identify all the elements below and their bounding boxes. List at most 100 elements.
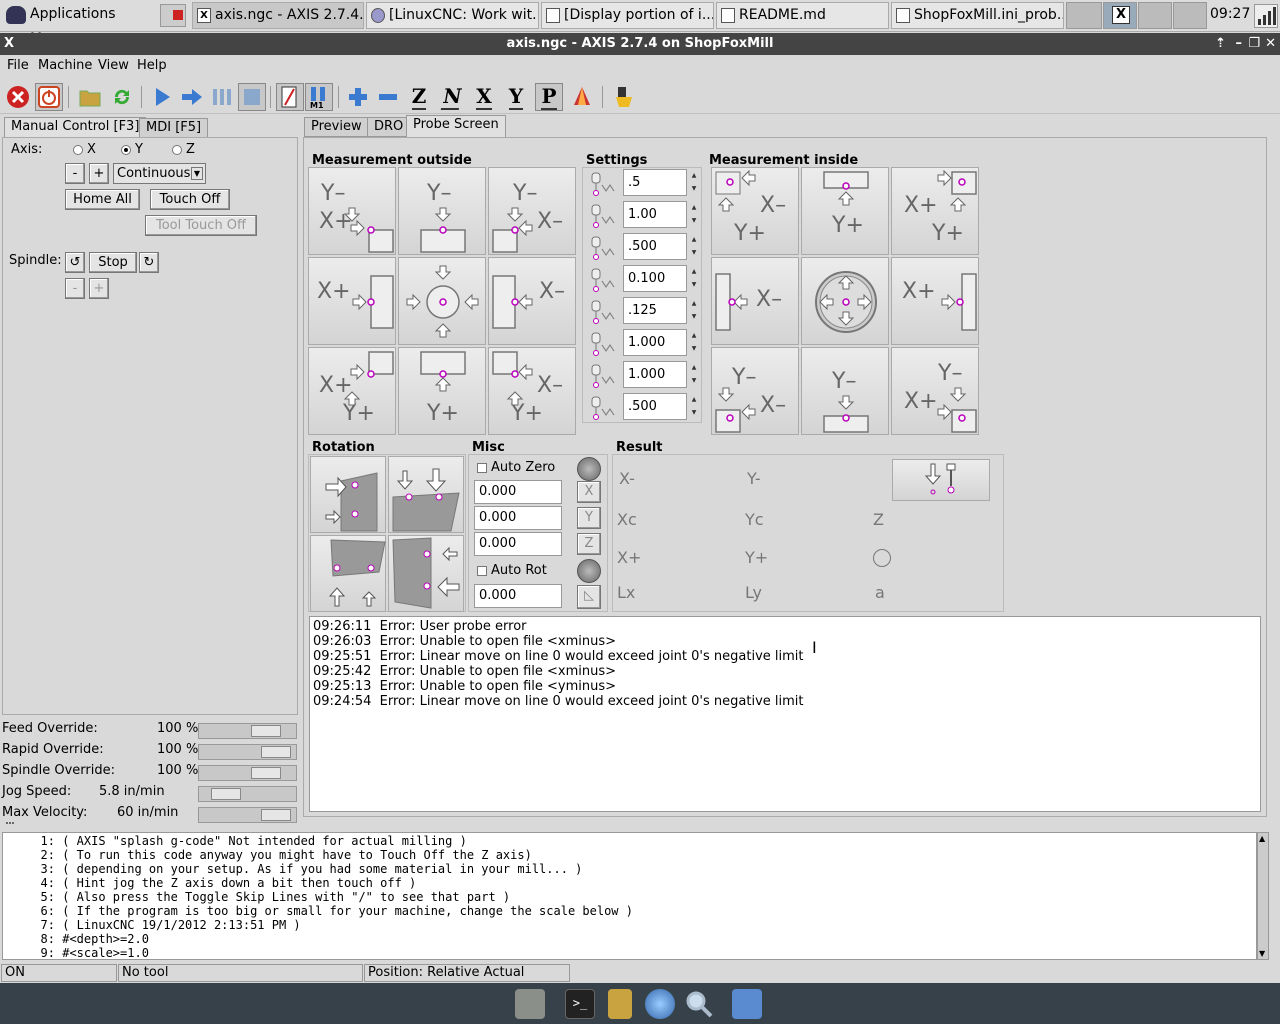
rotate-view-button[interactable] <box>568 83 596 111</box>
inside-xplus-edge[interactable]: X+ <box>891 257 979 345</box>
rotation-xplus-button[interactable] <box>310 456 386 533</box>
gcode-scrollbar[interactable]: ▲ ▼ <box>1257 832 1269 960</box>
task-ini[interactable]: ShopFoxMill.ini_prob... <box>891 2 1064 29</box>
inside-yminus-edge[interactable]: Y– <box>801 347 889 435</box>
stop-program-button[interactable] <box>238 83 266 111</box>
network-icon[interactable] <box>1254 4 1278 28</box>
z-clearance-field[interactable]: .500 <box>623 393 687 420</box>
tab-dro[interactable]: DRO <box>367 117 411 137</box>
zoom-in-button[interactable] <box>344 83 372 111</box>
search-velocity-spin[interactable]: ▲ ▼ <box>689 169 699 196</box>
machine-power-button[interactable] <box>35 83 63 111</box>
set-x-button[interactable]: X <box>577 481 601 503</box>
probe-velocity-spin[interactable]: ▲ ▼ <box>689 201 699 228</box>
tab-preview[interactable]: Preview <box>304 117 369 137</box>
task-axis[interactable]: Xaxis.ngc - AXIS 2.7.4... <box>192 2 364 29</box>
close-icon[interactable]: ✕ <box>1265 33 1276 55</box>
rapid-override-slider-handle[interactable] <box>261 746 291 758</box>
web-browser-icon[interactable] <box>645 989 675 1019</box>
probe-diameter-spin[interactable]: ▲ ▼ <box>689 233 699 260</box>
probe-down-button[interactable] <box>892 459 990 501</box>
outside-xplus-yplus-corner[interactable]: X+ Y+ <box>308 347 396 435</box>
probe-diameter-field[interactable]: .500 <box>623 233 687 260</box>
set-z-button[interactable]: Z <box>577 533 601 555</box>
shade-icon[interactable]: ⇡ <box>1215 33 1226 55</box>
search-velocity-field[interactable]: .5 <box>623 169 687 196</box>
tab-mdi[interactable]: MDI [F5] <box>139 118 209 138</box>
max-travel-spin[interactable]: ▲ ▼ <box>689 297 699 324</box>
outside-xminus-yminus-corner[interactable]: Y– X– <box>488 167 576 255</box>
inside-xplus-yplus-corner[interactable]: X+ Y+ <box>891 167 979 255</box>
view-p-button[interactable]: P <box>535 83 563 111</box>
menu-help[interactable]: Help <box>137 58 167 73</box>
workspace-4[interactable] <box>1173 2 1207 29</box>
jog-mode-select[interactable]: Continuous ▼ <box>113 163 206 184</box>
pause-button[interactable] <box>208 83 236 111</box>
spindle-slower-button[interactable]: - <box>65 278 85 299</box>
optional-stop-button[interactable]: M1 <box>305 83 333 111</box>
misc-z-field[interactable]: 0.000 <box>474 532 562 556</box>
rotation-yplus-button[interactable] <box>310 535 386 612</box>
show-desktop-dock-icon[interactable] <box>515 989 545 1019</box>
outside-xplus-edge[interactable]: X+ <box>308 257 396 345</box>
clock[interactable]: 09:27 <box>1210 2 1250 29</box>
view-z2-button[interactable]: N <box>438 83 466 111</box>
view-x-button[interactable]: X <box>470 83 498 111</box>
skip-lines-button[interactable] <box>276 83 304 111</box>
terminal-icon[interactable]: >_ <box>565 989 595 1019</box>
probe-velocity-field[interactable]: 1.00 <box>623 201 687 228</box>
max-travel-field[interactable]: .125 <box>623 297 687 324</box>
tool-touch-off-button[interactable]: Tool Touch Off <box>145 215 257 236</box>
inside-xplus-yminus-corner[interactable]: Y– X+ <box>891 347 979 435</box>
minimize-icon[interactable]: – <box>1236 33 1243 55</box>
misc-angle-field[interactable]: 0.000 <box>474 584 562 608</box>
feed-override-slider[interactable] <box>198 723 297 739</box>
spindle-stop-button[interactable]: Stop <box>89 252 137 273</box>
jog-speed-slider[interactable] <box>198 786 297 802</box>
xy-clearance-spin[interactable]: ▲ ▼ <box>689 361 699 388</box>
home-all-button[interactable]: Home All <box>65 189 140 210</box>
spindle-faster-button[interactable]: + <box>89 278 109 299</box>
scroll-down-icon[interactable]: ▼ <box>1259 949 1265 958</box>
outside-yplus-edge[interactable]: Y+ <box>398 347 486 435</box>
workspace-3[interactable] <box>1138 2 1172 29</box>
side-edge-length-spin[interactable]: ▲ ▼ <box>689 329 699 356</box>
open-file-button[interactable] <box>76 83 104 111</box>
gcode-line[interactable]: 8: #<depth>=2.0 <box>7 932 149 946</box>
spindle-ccw-button[interactable]: ↺ <box>65 252 85 273</box>
gcode-line[interactable]: 2: ( To run this code anyway you might h… <box>7 848 532 862</box>
axis-y-radio[interactable]: Y <box>121 142 143 157</box>
gcode-line[interactable]: 4: ( Hint jog the Z axis down a bit then… <box>7 876 417 890</box>
rapid-override-slider[interactable] <box>198 744 297 760</box>
menu-machine[interactable]: Machine <box>38 58 92 73</box>
inside-xminus-yminus-corner[interactable]: Y– X– <box>711 347 799 435</box>
outside-center[interactable] <box>398 257 486 345</box>
window-icon[interactable]: X <box>4 33 14 55</box>
inside-center[interactable] <box>801 257 889 345</box>
rotation-yminus-button[interactable] <box>388 456 464 533</box>
outside-xminus-edge[interactable]: X– <box>488 257 576 345</box>
folder-icon[interactable] <box>732 989 762 1019</box>
xy-clearance-field[interactable]: 1.000 <box>623 361 687 388</box>
error-log[interactable]: 09:26:11 Error: User probe error 09:26:03… <box>309 616 1261 812</box>
outside-xminus-yplus-corner[interactable]: X– Y+ <box>488 347 576 435</box>
menu-view[interactable]: View <box>98 58 129 73</box>
gcode-line[interactable]: 1: ( AXIS "splash g-code" Not intended f… <box>7 834 467 848</box>
axis-x-radio[interactable]: X <box>73 142 96 157</box>
task-readme[interactable]: README.md <box>716 2 889 29</box>
task-browser[interactable]: [LinuxCNC: Work wit... <box>366 2 539 29</box>
auto-rot-checkbox[interactable]: Auto Rot <box>477 563 547 578</box>
reload-button[interactable] <box>108 83 136 111</box>
jog-minus-button[interactable]: - <box>65 163 85 184</box>
maximize-icon[interactable]: ❐ <box>1248 33 1260 55</box>
latch-return-field[interactable]: 0.100 <box>623 265 687 292</box>
gcode-line[interactable]: 6: ( If the program is too big or small … <box>7 904 633 918</box>
menu-file[interactable]: File <box>7 58 29 73</box>
spindle-override-slider-handle[interactable] <box>251 767 281 779</box>
misc-y-field[interactable]: 0.000 <box>474 506 562 530</box>
z-clearance-spin[interactable]: ▲ ▼ <box>689 393 699 420</box>
file-manager-icon[interactable] <box>608 989 632 1019</box>
show-desktop-icon[interactable] <box>160 4 186 27</box>
set-y-button[interactable]: Y <box>577 507 601 529</box>
gcode-line[interactable]: 7: ( LinuxCNC 19/1/2012 2:13:51 PM ) <box>7 918 301 932</box>
